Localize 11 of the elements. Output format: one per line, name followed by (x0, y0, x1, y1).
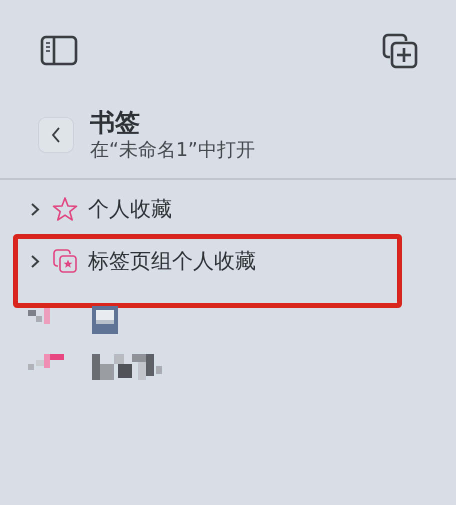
item-label[interactable]: 标签页组个人收藏 (88, 247, 256, 275)
sidebar-subtitle: 在“未命名1”中打开 (90, 138, 255, 162)
star-icon (52, 196, 78, 222)
back-button[interactable] (38, 117, 74, 153)
item-label[interactable]: 个人收藏 (88, 195, 172, 223)
chevron-left-icon (51, 126, 61, 144)
sidebar-icon[interactable] (40, 35, 78, 67)
sidebar-title: 书签 (90, 108, 141, 138)
star-stack-icon (52, 248, 78, 274)
sidebar-item[interactable]: 个人收藏 (0, 186, 456, 232)
new-tab-group-icon[interactable] (382, 33, 418, 69)
